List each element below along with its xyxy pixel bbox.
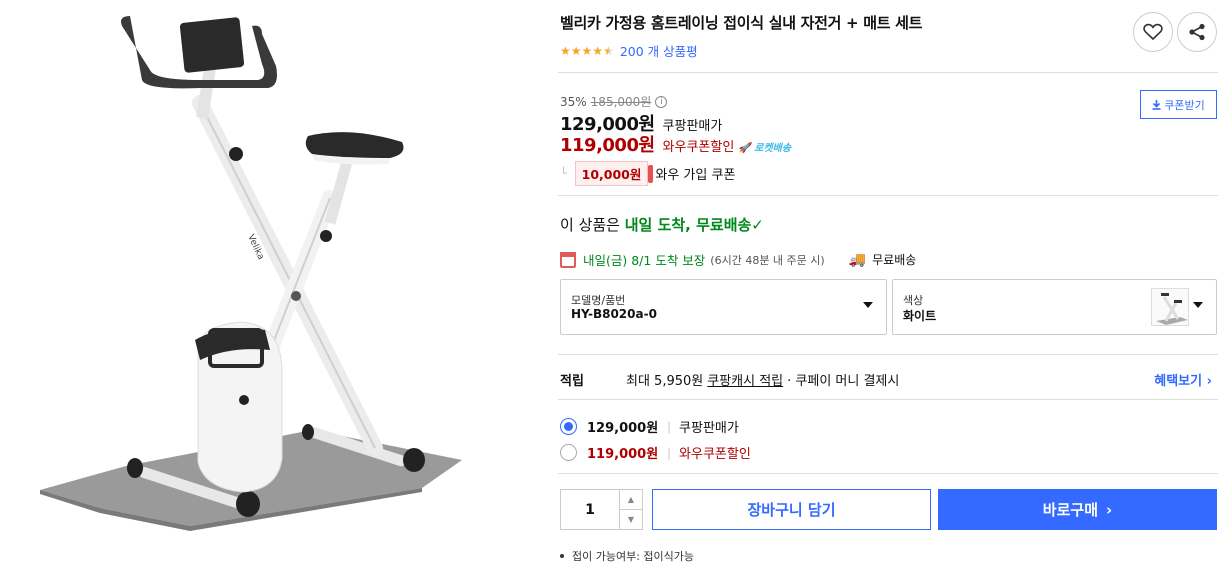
product-title: 벨리카 가정용 홈트레이닝 접이식 실내 자전거 + 매트 세트 (560, 14, 923, 32)
quantity-steps: ▲ ▼ (620, 490, 642, 529)
model-select[interactable]: 모델명/품번 HY-B8020a-0 (560, 279, 887, 335)
bike-thumbnail-icon (1156, 293, 1188, 325)
product-info-panel: 벨리카 가정용 홈트레이닝 접이식 실내 자전거 + 매트 세트 ★ ★ ★ ★… (558, 0, 1218, 566)
console (179, 17, 245, 73)
price-option-wow[interactable]: 119,000원 | 와우쿠폰할인 (560, 443, 751, 462)
divider (558, 399, 1218, 400)
decrement-button[interactable]: ▼ (620, 510, 642, 529)
coupang-cash-link[interactable]: 쿠팡캐시 적립 (707, 370, 783, 389)
color-select-label: 색상 (903, 294, 924, 307)
increment-button[interactable]: ▲ (620, 490, 642, 510)
color-swatch-thumbnail (1151, 288, 1189, 326)
buy-now-label: 바로구매 (1042, 501, 1098, 519)
coupon-notch-icon (648, 164, 654, 183)
check-icon: ✓ (751, 216, 764, 234)
add-to-cart-button[interactable]: 장바구니 담기 (652, 489, 931, 530)
reward-max: 최대 5,950원 (626, 374, 704, 389)
star-rating: ★ ★ ★ ★ ★ (560, 45, 614, 57)
option-label: 와우쿠폰할인 (679, 447, 751, 462)
rocket-delivery-badge: 🚀 로켓배송 (738, 143, 792, 154)
product-image[interactable]: Velika (30, 8, 520, 558)
benefits-more-link[interactable]: 혜택보기 › (1154, 370, 1212, 389)
delivery-headline-highlight: 내일 도착, 무료배송 (624, 216, 752, 234)
truck-icon: 🚚 (848, 251, 867, 268)
reward-row: 적립 최대 5,950원 쿠팡캐시 적립 · 쿠페이 머니 결제시 혜택보기 › (560, 370, 1218, 389)
wow-price-label: 와우쿠폰할인 (662, 140, 735, 155)
divider (558, 473, 1218, 474)
benefits-more-label: 혜택보기 (1154, 374, 1203, 389)
star-icon: ★ (592, 43, 604, 58)
wow-coupon-row: └ 10,000원 와우 가입 쿠폰 (560, 161, 735, 186)
discount-row: 35% 185,000원 i (560, 93, 668, 110)
bullet-icon (560, 554, 564, 558)
coupon-label: 와우 가입 쿠폰 (655, 168, 736, 183)
original-price: 185,000원 (590, 95, 652, 109)
delivery-condition: (6시간 48분 내 주문 시) (710, 253, 825, 267)
reward-pay-text: · 쿠페이 머니 결제시 (787, 374, 900, 389)
radio-button[interactable] (560, 444, 577, 461)
free-shipping-label: 무료배송 (872, 253, 917, 267)
color-select[interactable]: 색상 화이트 (892, 279, 1217, 335)
info-icon[interactable]: i (655, 95, 668, 108)
option-price: 119,000원 (587, 447, 659, 462)
chevron-right-icon: › (1106, 500, 1113, 519)
delivery-date: 내일(금) 8/1 도착 보장 (583, 253, 706, 268)
option-label: 쿠팡판매가 (679, 421, 739, 436)
heart-icon (1143, 23, 1163, 41)
separator: | (667, 445, 672, 460)
reward-title: 적립 (560, 374, 584, 389)
spec-text: 접이 가능여부: 접이식가능 (572, 550, 695, 563)
model-select-value: HY-B8020a-0 (571, 307, 657, 321)
coupon-download-label: 쿠폰받기 (1164, 98, 1205, 112)
wow-price: 119,000원 (560, 135, 655, 156)
star-icon: ★ (581, 43, 593, 58)
delivery-headline: 이 상품은 내일 도착, 무료배송✓ (560, 214, 764, 235)
discount-rate: 35% (560, 94, 587, 109)
divider (558, 195, 1218, 196)
divider (558, 72, 1218, 73)
delivery-headline-prefix: 이 상품은 (560, 216, 625, 234)
divider (558, 354, 1218, 355)
rating-row[interactable]: ★ ★ ★ ★ ★ 200 개 상품평 (560, 41, 698, 60)
review-count-link[interactable]: 200 개 상품평 (620, 41, 698, 60)
model-select-label: 모델명/품번 (571, 294, 626, 307)
coupon-amount: 10,000원 (574, 161, 649, 186)
exercise-bike-image: Velika (40, 16, 462, 531)
calendar-icon (560, 251, 576, 268)
price-option-sale[interactable]: 129,000원 | 쿠팡판매가 (560, 417, 739, 436)
corner-icon: └ (560, 167, 567, 180)
wishlist-button[interactable] (1133, 12, 1173, 52)
coupon-download-button[interactable]: 쿠폰받기 (1140, 90, 1217, 119)
star-icon: ★ (560, 43, 571, 58)
delivery-detail: 내일(금) 8/1 도착 보장 (6시간 48분 내 주문 시) 🚚 무료배송 (560, 250, 916, 269)
share-icon (1189, 23, 1205, 41)
quantity-stepper[interactable]: 1 ▲ ▼ (560, 489, 643, 530)
share-button[interactable] (1177, 12, 1217, 52)
spec-item: 접이 가능여부: 접이식가능 (560, 548, 694, 564)
color-select-value: 화이트 (903, 309, 937, 323)
seat (305, 132, 404, 158)
rocket-delivery-label: 로켓배송 (754, 143, 792, 154)
quantity-input[interactable]: 1 (561, 490, 620, 529)
star-half-icon: ★ (603, 43, 614, 58)
radio-button[interactable] (560, 418, 577, 435)
star-icon: ★ (570, 43, 582, 58)
download-icon (1152, 99, 1161, 110)
option-price: 129,000원 (587, 421, 659, 436)
wow-price-row: 119,000원 와우쿠폰할인 🚀 로켓배송 (560, 131, 791, 157)
separator: | (667, 419, 672, 434)
caret-down-icon (1193, 302, 1203, 308)
buy-now-button[interactable]: 바로구매 › (938, 489, 1217, 530)
caret-down-icon (863, 302, 873, 308)
